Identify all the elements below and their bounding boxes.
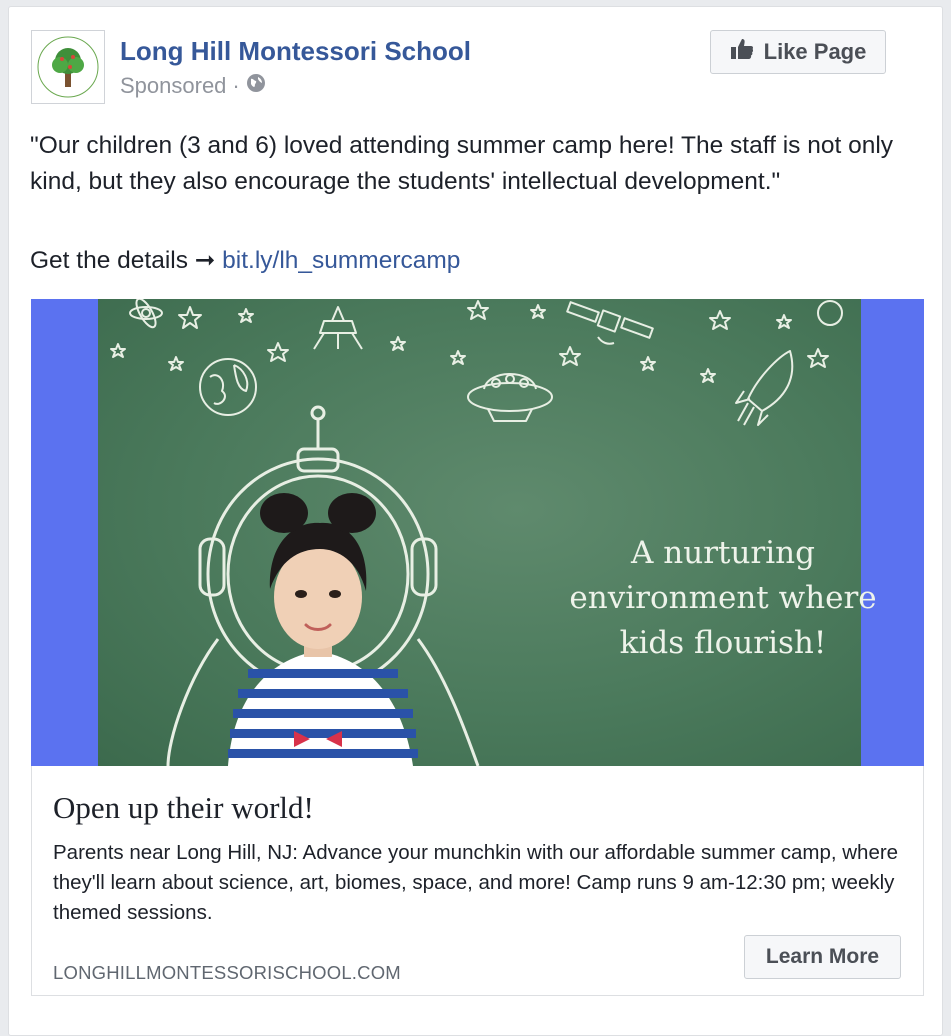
- headline-line: environment where: [569, 580, 877, 616]
- star-icon: [559, 346, 581, 366]
- sponsored-label[interactable]: Sponsored: [120, 73, 226, 99]
- star-icon: [807, 348, 829, 368]
- star-icon: [168, 356, 184, 371]
- learn-more-button[interactable]: Learn More: [744, 935, 901, 979]
- moon-icon: [817, 300, 843, 326]
- star-icon: [450, 350, 466, 365]
- star-icon: [709, 310, 731, 330]
- thumbs-up-icon: [730, 38, 754, 66]
- star-icon: [530, 304, 546, 319]
- star-icon: [267, 342, 289, 362]
- details-prefix: Get the details ➞: [30, 247, 216, 274]
- link-preview[interactable]: Open up their world! Parents near Long H…: [31, 766, 924, 996]
- ad-image[interactable]: A nurturing environment where kids flour…: [31, 299, 924, 766]
- like-page-label: Like Page: [763, 39, 867, 64]
- star-icon: [640, 356, 656, 371]
- link-description: Parents near Long Hill, NJ: Advance your…: [53, 841, 899, 924]
- satellite-icon: [566, 301, 654, 345]
- ufo-icon: [467, 373, 553, 422]
- meta-separator: ·: [232, 73, 240, 98]
- star-icon: [467, 300, 489, 320]
- post-message: "Our children (3 and 6) loved attending …: [30, 132, 894, 195]
- star-icon: [700, 368, 716, 383]
- star-icon: [776, 314, 792, 329]
- star-icon: [110, 343, 126, 358]
- link-title[interactable]: Open up their world!: [53, 790, 314, 826]
- star-icon: [238, 308, 254, 323]
- planet-icon: [199, 358, 257, 416]
- headline-line: A nurturing: [631, 535, 815, 571]
- post-meta: Sponsored ·: [120, 73, 266, 99]
- link-domain: LONGHILLMONTESSORISCHOOL.COM: [53, 962, 401, 983]
- lander-icon: [313, 306, 363, 350]
- star-icon: [178, 306, 202, 329]
- globe-icon: [246, 73, 266, 99]
- rocket-icon: [735, 350, 794, 426]
- details-link[interactable]: bit.ly/lh_summercamp: [222, 247, 460, 274]
- like-page-button[interactable]: Like Page: [710, 30, 886, 74]
- star-icon: [390, 336, 406, 351]
- child-figure: [228, 493, 418, 766]
- page-name-link[interactable]: Long Hill Montessori School: [120, 36, 471, 67]
- school-logo: [37, 36, 99, 98]
- details-line: Get the details ➞ bit.ly/lh_summercamp: [30, 245, 460, 275]
- page-avatar[interactable]: [31, 30, 105, 104]
- chalkboard-background: A nurturing environment where kids flour…: [98, 299, 877, 766]
- ad-headline: A nurturing environment where kids flour…: [528, 531, 918, 666]
- atom-icon: [129, 299, 163, 329]
- headline-line: kids flourish!: [619, 625, 827, 661]
- sponsored-post: Long Hill Montessori School Sponsored · …: [8, 6, 943, 1036]
